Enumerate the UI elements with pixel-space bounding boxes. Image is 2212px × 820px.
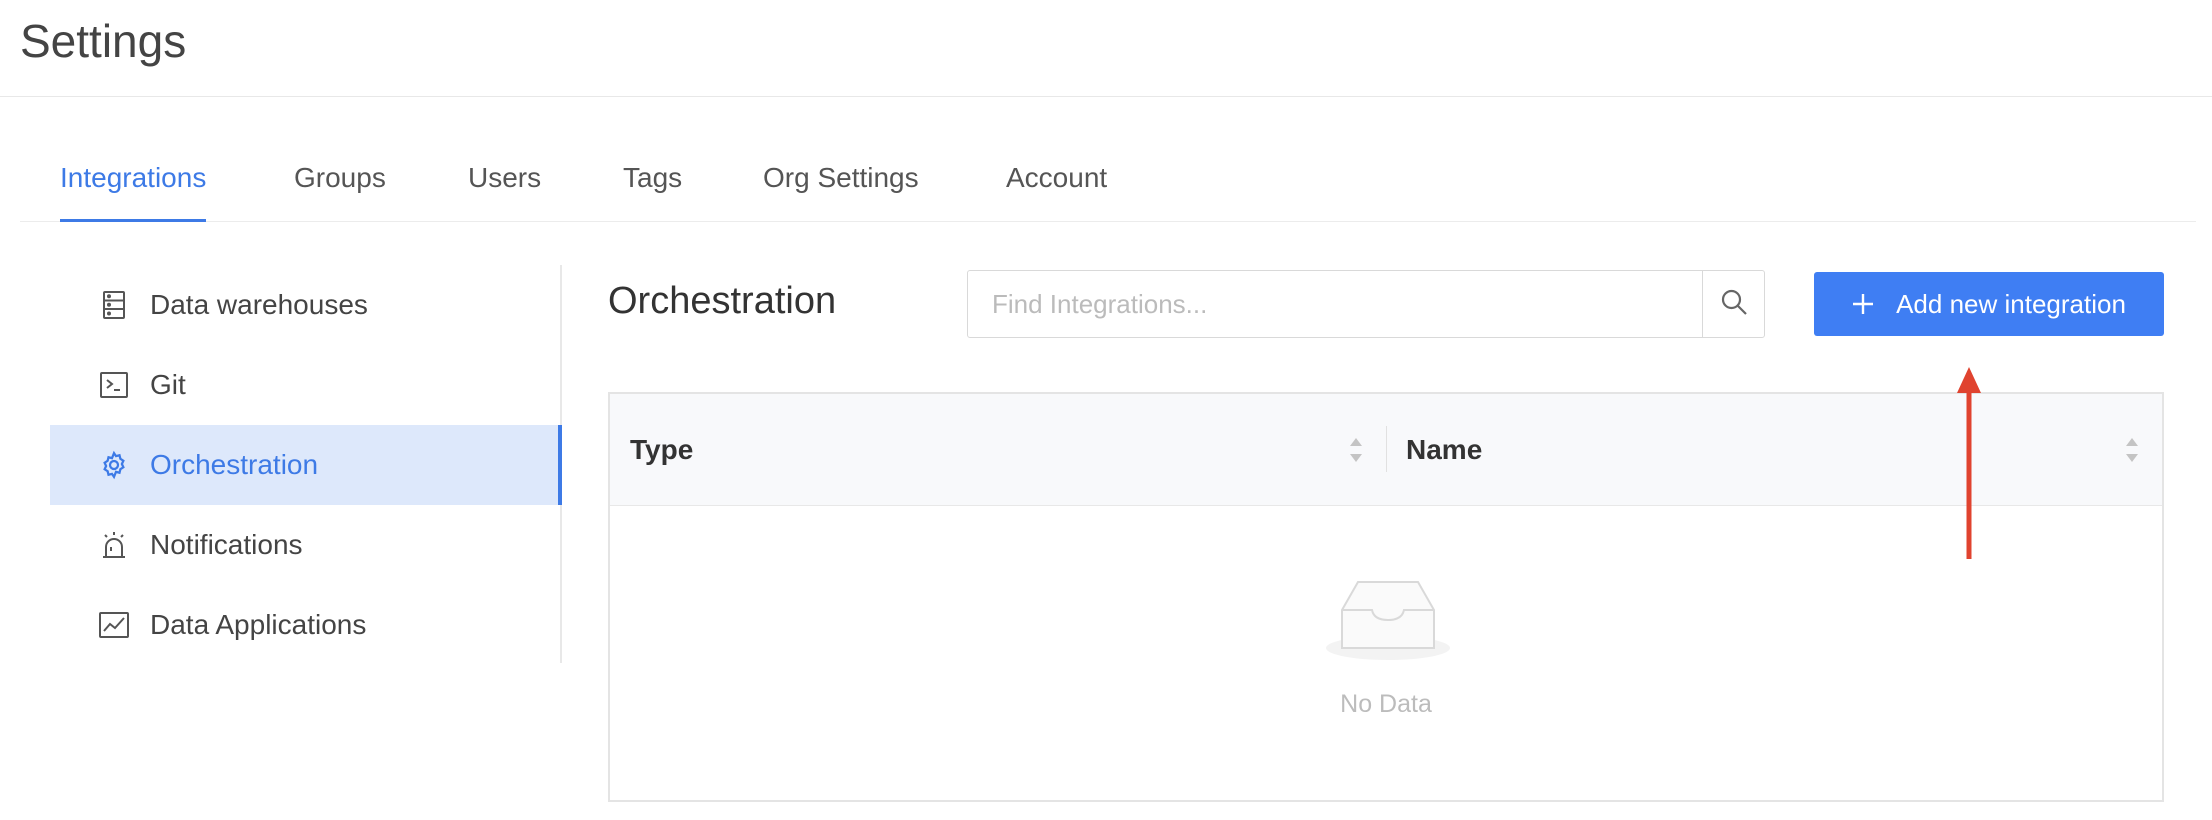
sort-icon[interactable] <box>1348 434 1364 466</box>
sidebar-item-label: Data warehouses <box>150 289 368 320</box>
section-title: Orchestration <box>608 280 837 322</box>
sidebar-item-label: Orchestration <box>150 449 319 480</box>
sidebar-item-notifications[interactable]: Notifications <box>50 505 562 585</box>
gear-icon <box>98 449 130 481</box>
sidebar-item-label: Notifications <box>150 529 303 560</box>
page-header: Settings <box>0 0 2212 97</box>
sidebar-item-data-warehouses[interactable]: Data warehouses <box>50 265 562 345</box>
annotation-arrow <box>1957 367 1981 559</box>
tab-users[interactable]: Users <box>468 158 541 222</box>
tab-tags[interactable]: Tags <box>623 158 682 222</box>
page-title: Settings <box>20 15 187 67</box>
tab-org-settings[interactable]: Org Settings <box>763 158 919 222</box>
search-box <box>967 270 1765 338</box>
sidebar: Data warehouses Git Orchestration Notifi… <box>50 265 562 663</box>
database-icon <box>98 289 130 321</box>
integrations-table: Type Name No Data <box>608 392 2164 802</box>
add-new-integration-button[interactable]: Add new integration <box>1814 272 2164 336</box>
sidebar-item-git[interactable]: Git <box>50 345 562 425</box>
settings-tabs: Integrations Groups Users Tags Org Setti… <box>20 150 2196 222</box>
alarm-icon <box>98 529 130 561</box>
terminal-icon <box>98 369 130 401</box>
add-button-label: Add new integration <box>1896 288 2126 319</box>
sidebar-item-data-applications[interactable]: Data Applications <box>50 585 562 665</box>
empty-text: No Data <box>1340 690 1432 718</box>
sort-icon[interactable] <box>2124 434 2140 466</box>
plus-icon <box>1852 287 1874 321</box>
column-header-type[interactable]: Type <box>630 394 693 506</box>
line-chart-icon <box>98 609 130 641</box>
column-divider <box>1386 426 1387 472</box>
sidebar-item-orchestration[interactable]: Orchestration <box>50 425 562 505</box>
search-icon <box>1719 287 1749 322</box>
tab-account[interactable]: Account <box>1006 158 1107 222</box>
empty-state: No Data <box>610 506 2162 802</box>
search-button[interactable] <box>1702 271 1764 337</box>
sidebar-item-label: Data Applications <box>150 609 367 640</box>
column-header-name[interactable]: Name <box>1406 394 1482 506</box>
tab-groups[interactable]: Groups <box>294 158 386 222</box>
search-input[interactable] <box>968 271 1702 337</box>
sidebar-item-label: Git <box>150 369 186 400</box>
tab-integrations[interactable]: Integrations <box>60 158 207 222</box>
inbox-icon <box>1326 581 1450 660</box>
table-header: Type Name <box>610 394 2162 506</box>
